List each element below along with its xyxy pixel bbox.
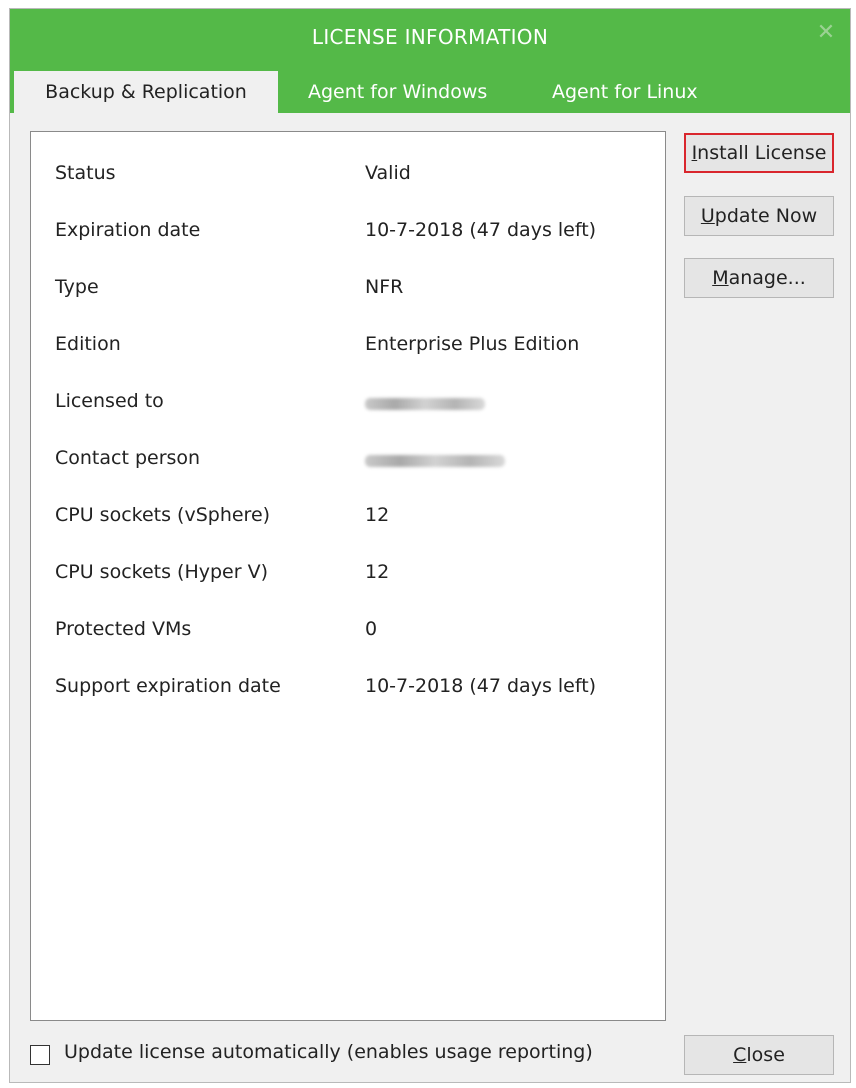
support-expiration-date-value: 10-7-2018 (47 days left) — [365, 675, 597, 697]
close-mnemonic: C — [733, 1044, 747, 1066]
manage-button[interactable]: Manage... — [684, 258, 834, 298]
auto-update-label[interactable]: Update license automatically (enables us… — [64, 1041, 593, 1063]
row-contact-person: Contact person — [31, 447, 665, 477]
cpu-sockets-hyperv-label: CPU sockets (Hyper V) — [55, 561, 268, 583]
install-license-label-rest: nstall License — [697, 142, 827, 164]
update-now-mnemonic: U — [700, 205, 715, 227]
row-cpu-sockets-vsphere: CPU sockets (vSphere) 12 — [31, 504, 665, 534]
status-label: Status — [55, 162, 116, 184]
status-value: Valid — [365, 162, 411, 184]
install-license-button[interactable]: Install License — [684, 133, 834, 173]
row-edition: Edition Enterprise Plus Edition — [31, 333, 665, 363]
row-protected-vms: Protected VMs 0 — [31, 618, 665, 648]
row-type: Type NFR — [31, 276, 665, 306]
protected-vms-value: 0 — [365, 618, 378, 640]
title-bar: LICENSE INFORMATION ✕ Backup & Replicati… — [10, 9, 850, 114]
type-value: NFR — [365, 276, 404, 298]
support-expiration-date-label: Support expiration date — [55, 675, 281, 697]
update-now-label-rest: pdate Now — [714, 205, 818, 227]
row-status: Status Valid — [31, 162, 665, 192]
tab-agent-for-linux[interactable]: Agent for Linux — [552, 71, 698, 113]
license-details-panel: Status Valid Expiration date 10-7-2018 (… — [30, 131, 666, 1021]
manage-label-rest: anage... — [728, 267, 806, 289]
redacted-blur — [365, 455, 505, 467]
tab-backup-replication[interactable]: Backup & Replication — [14, 71, 278, 114]
redacted-blur — [365, 398, 485, 410]
licensed-to-label: Licensed to — [55, 390, 164, 412]
contact-person-label: Contact person — [55, 447, 201, 469]
auto-update-checkbox[interactable] — [30, 1045, 50, 1065]
close-label-rest: lose — [746, 1044, 785, 1066]
type-label: Type — [55, 276, 99, 298]
dialog-title: LICENSE INFORMATION — [311, 25, 549, 49]
row-licensed-to: Licensed to — [31, 390, 665, 420]
manage-mnemonic: M — [712, 267, 729, 289]
cpu-sockets-hyperv-value: 12 — [365, 561, 390, 583]
protected-vms-label: Protected VMs — [55, 618, 192, 640]
update-now-button[interactable]: Update Now — [684, 196, 834, 236]
expiration-date-label: Expiration date — [55, 219, 201, 241]
dialog-footer: Update license automatically (enables us… — [10, 1031, 850, 1081]
license-information-dialog: LICENSE INFORMATION ✕ Backup & Replicati… — [9, 8, 851, 1083]
contact-person-value-redacted — [365, 447, 505, 472]
licensed-to-value-redacted — [365, 390, 485, 415]
edition-label: Edition — [55, 333, 121, 355]
row-support-expiration-date: Support expiration date 10-7-2018 (47 da… — [31, 675, 665, 705]
cpu-sockets-vsphere-label: CPU sockets (vSphere) — [55, 504, 271, 526]
close-icon[interactable]: ✕ — [814, 21, 838, 45]
row-cpu-sockets-hyperv: CPU sockets (Hyper V) 12 — [31, 561, 665, 591]
tab-agent-for-windows[interactable]: Agent for Windows — [308, 71, 487, 113]
cpu-sockets-vsphere-value: 12 — [365, 504, 390, 526]
close-button[interactable]: Close — [684, 1035, 834, 1075]
row-expiration-date: Expiration date 10-7-2018 (47 days left) — [31, 219, 665, 249]
expiration-date-value: 10-7-2018 (47 days left) — [365, 219, 597, 241]
edition-value: Enterprise Plus Edition — [365, 333, 580, 355]
